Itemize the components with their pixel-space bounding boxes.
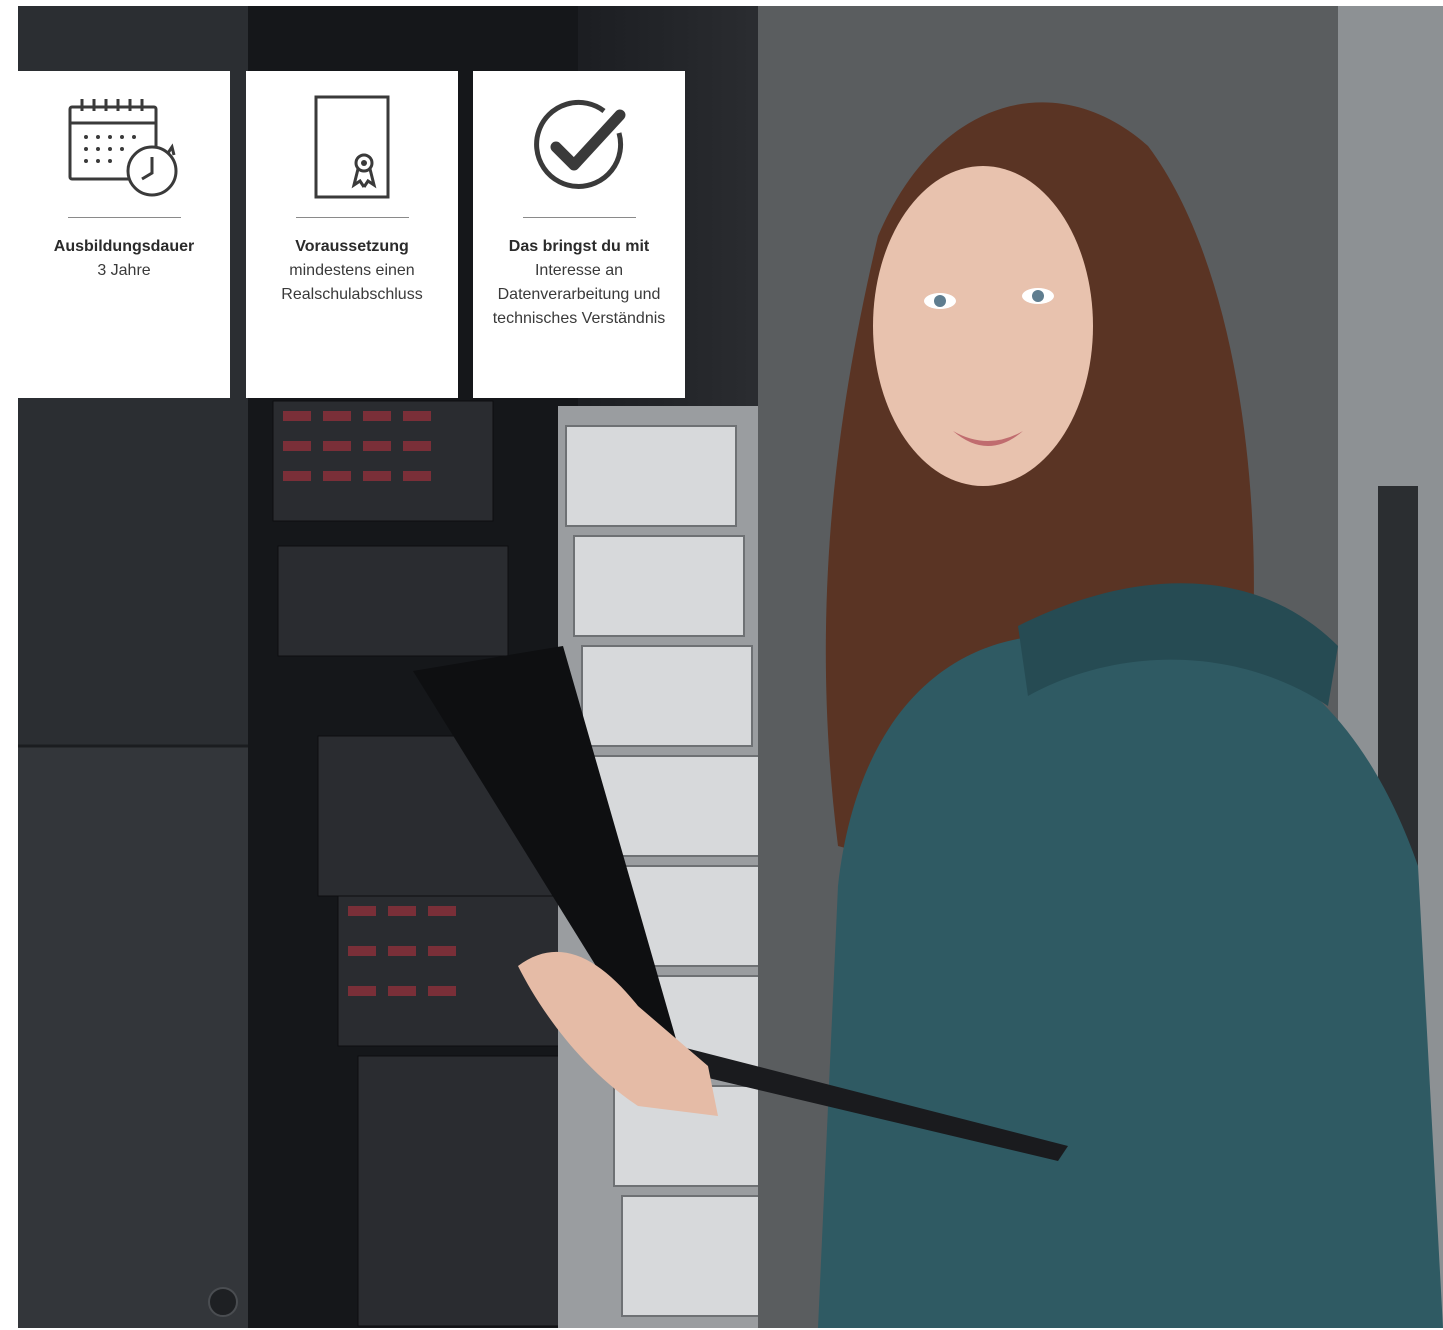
check-circle-icon: [473, 93, 685, 203]
info-card-duration: Ausbildungsdauer 3 Jahre: [18, 71, 230, 398]
card-description: Interesse an Datenverarbeitung und techn…: [492, 262, 666, 327]
cabinet-lock: [208, 1287, 238, 1317]
divider: [296, 217, 409, 218]
certificate-icon: [246, 93, 458, 203]
card-description: mindestens einen Realschulabschluss: [281, 262, 423, 303]
hero-photo: [18, 6, 1443, 1328]
card-title: Voraussetzung: [295, 238, 409, 255]
card-description: 3 Jahre: [97, 262, 151, 279]
server-room-photo: [18, 6, 1443, 1328]
card-title: Das bringst du mit: [508, 238, 650, 255]
divider: [68, 217, 181, 218]
info-card-skills: Das bringst du mit Interesse an Datenver…: [473, 71, 685, 398]
calendar-clock-icon: [18, 93, 230, 203]
face: [873, 166, 1093, 486]
divider: [523, 217, 636, 218]
info-card-requirement: Voraussetzung mindestens einen Realschul…: [246, 71, 458, 398]
card-title: Ausbildungsdauer: [53, 238, 195, 255]
